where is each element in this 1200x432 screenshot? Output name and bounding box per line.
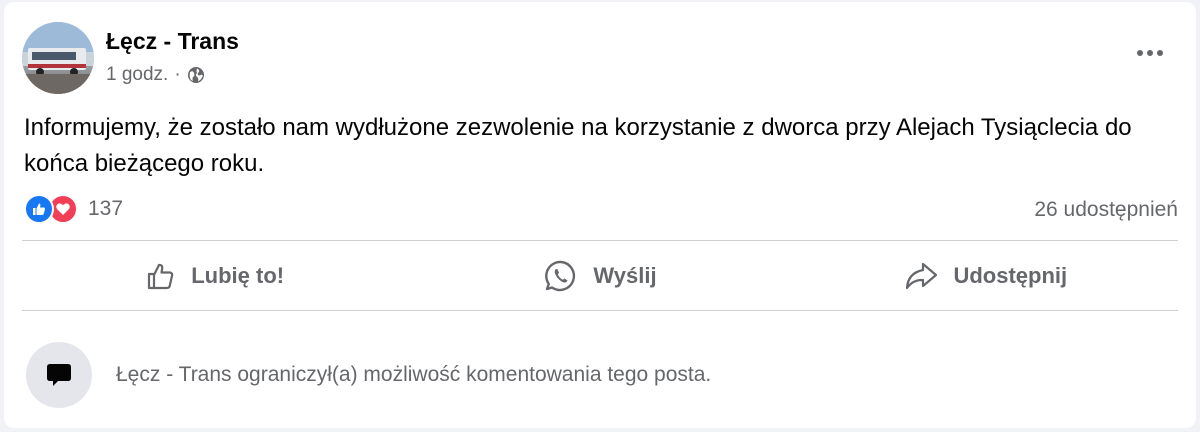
thumbs-up-icon	[148, 263, 174, 290]
send-label: Wyślij	[593, 263, 657, 288]
dot	[1137, 50, 1143, 56]
like-button[interactable]: Lubię to!	[22, 242, 407, 310]
post-actions: Lubię to! Wyślij Udostępnij	[22, 242, 1178, 310]
whatsapp-icon	[545, 260, 576, 292]
comments-limited-notice: Łęcz - Trans ograniczył(a) możliwość kom…	[26, 342, 711, 408]
share-label: Udostępnij	[953, 263, 1068, 288]
comment-bubble-icon	[26, 342, 92, 408]
reaction-count: 137	[88, 197, 124, 220]
post-meta: 1 godz. ·	[106, 64, 205, 86]
share-button[interactable]: Udostępnij	[793, 242, 1178, 310]
like-label: Lubię to!	[191, 263, 285, 288]
more-options-icon[interactable]	[1130, 38, 1170, 68]
post-text: Informujemy, że zostało nam wydłużone ze…	[24, 114, 1132, 177]
like-reaction-icon	[24, 194, 54, 224]
comments-notice-text: Łęcz - Trans ograniczył(a) możliwość kom…	[116, 363, 712, 386]
divider	[22, 310, 1178, 311]
share-icon	[906, 262, 938, 290]
dot	[1157, 50, 1163, 56]
globe-icon[interactable]	[187, 66, 205, 84]
author-name[interactable]: Łęcz - Trans	[106, 28, 239, 55]
dot	[1147, 50, 1153, 56]
send-button[interactable]: Wyślij	[407, 242, 792, 310]
meta-separator: ·	[174, 64, 181, 85]
avatar[interactable]	[22, 22, 94, 94]
reactions-summary[interactable]: 137	[24, 194, 123, 224]
divider	[22, 240, 1178, 241]
shares-count[interactable]: 26 udostępnień	[1034, 198, 1178, 222]
post-time[interactable]: 1 godz.	[106, 64, 168, 86]
bus-photo	[22, 22, 94, 94]
post-card: Łęcz - Trans 1 godz. · Informujemy, że z…	[4, 2, 1196, 428]
